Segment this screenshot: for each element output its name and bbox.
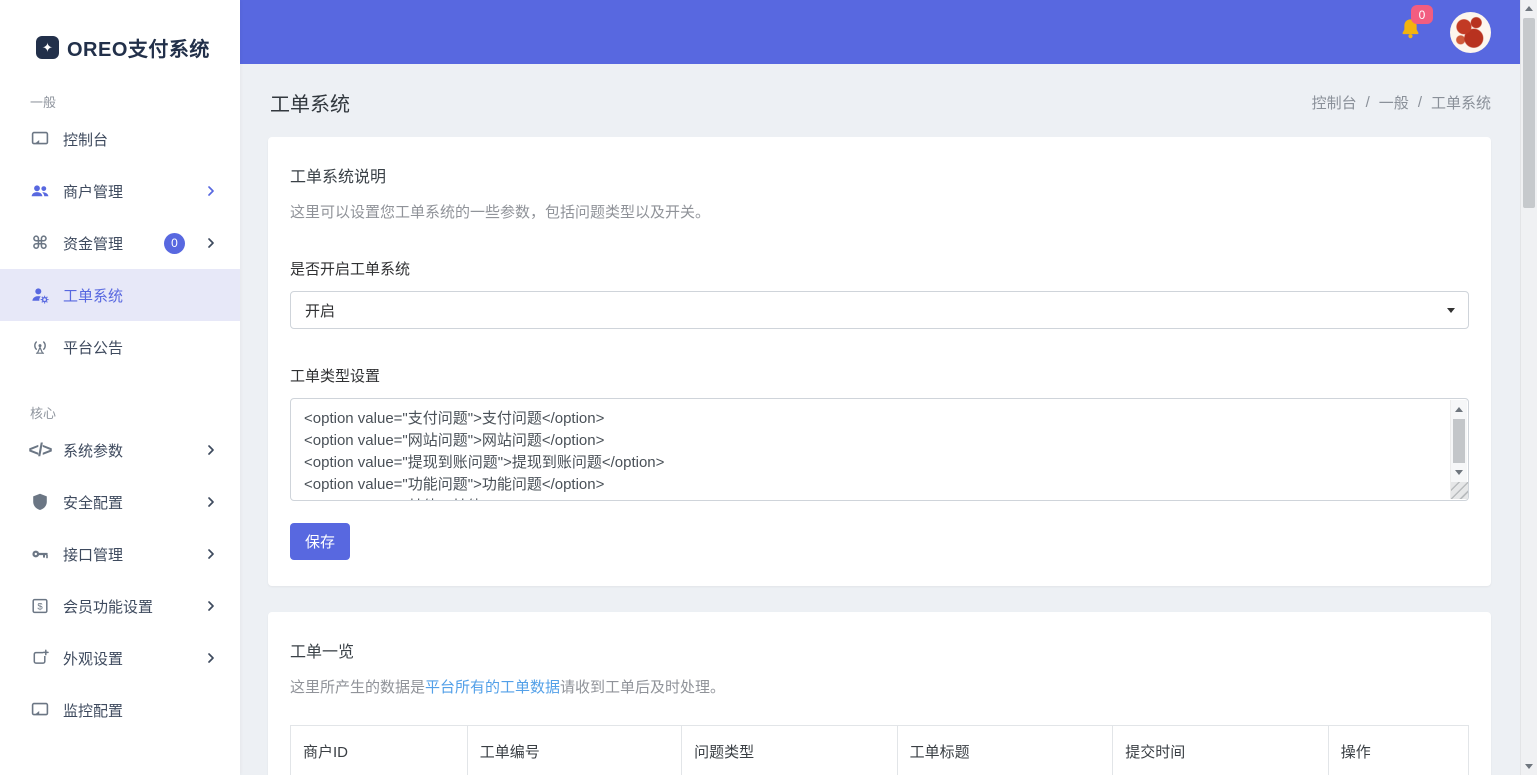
card-title: 工单系统说明	[290, 163, 1469, 187]
top-header-bar: 0	[240, 0, 1537, 64]
textarea-content: <option value="支付问题">支付问题</option> <opti…	[291, 399, 1468, 500]
funds-count-badge: 0	[164, 233, 185, 254]
ticket-toggle-label: 是否开启工单系统	[290, 258, 1469, 279]
logo-glyph: ✦	[42, 40, 53, 56]
page-content: 工单系统说明 这里可以设置您工单系统的一些参数，包括问题类型以及开关。 是否开启…	[240, 137, 1537, 775]
sidebar-item-label: 外观设置	[63, 648, 123, 669]
resize-grip[interactable]	[1451, 482, 1468, 499]
ticket-enabled-select[interactable]: 开启	[290, 291, 1469, 329]
chevron-right-icon	[204, 495, 218, 509]
sidebar-item-api[interactable]: 接口管理	[0, 528, 240, 580]
chevron-right-icon	[204, 599, 218, 613]
breadcrumb: 控制台 / 一般 / 工单系统	[1312, 92, 1491, 113]
user-gear-icon	[30, 285, 50, 305]
sidebar-item-tickets[interactable]: 工单系统	[0, 269, 240, 321]
code-icon: </>	[30, 440, 50, 460]
page-title: 工单系统	[270, 88, 350, 117]
sidebar-item-security[interactable]: 安全配置	[0, 476, 240, 528]
sidebar-item-label: 接口管理	[63, 544, 123, 565]
scrollbar-thumb[interactable]	[1523, 18, 1535, 208]
main-area: 0 工单系统 控制台 / 一般 / 工单系统 工单系统说明 这里可以设置您工单系…	[240, 0, 1537, 775]
sidebar-section-core: 核心	[30, 403, 240, 422]
sidebar-item-label: 资金管理	[63, 233, 123, 254]
monitor-icon	[30, 129, 50, 149]
sidebar-item-appearance[interactable]: 外观设置	[0, 632, 240, 684]
app-window: ✦ OREO支付系统 一般 控制台 商户管理 ⌘ 资金管理 0	[0, 0, 1537, 775]
page-scrollbar[interactable]	[1520, 0, 1537, 775]
users-icon	[30, 181, 50, 201]
sidebar-item-label: 平台公告	[63, 337, 123, 358]
scrollbar-thumb[interactable]	[1453, 419, 1465, 463]
user-avatar[interactable]	[1450, 12, 1491, 53]
col-submit-time: 提交时间	[1113, 726, 1329, 775]
sidebar-item-label: 会员功能设置	[63, 596, 153, 617]
tickets-table: 商户ID 工单编号 问题类型 工单标题 提交时间 操作	[290, 725, 1469, 775]
page-header: 工单系统 控制台 / 一般 / 工单系统	[240, 64, 1537, 137]
card-description: 这里可以设置您工单系统的一些参数，包括问题类型以及开关。	[290, 201, 1469, 222]
notification-bell-button[interactable]: 0	[1397, 16, 1424, 48]
sidebar-item-announcements[interactable]: 平台公告	[0, 321, 240, 373]
col-actions: 操作	[1328, 726, 1468, 775]
chevron-right-icon	[204, 184, 218, 198]
sidebar-item-merchants[interactable]: 商户管理	[0, 165, 240, 217]
chevron-right-icon	[204, 443, 218, 457]
logo-icon: ✦	[36, 36, 59, 59]
sidebar-section-general: 一般	[30, 92, 240, 111]
sidebar-item-label: 工单系统	[63, 285, 123, 306]
col-ticket-title: 工单标题	[897, 726, 1113, 775]
ticket-list-card: 工单一览 这里所产生的数据是平台所有的工单数据请收到工单后及时处理。 商户ID …	[268, 612, 1491, 775]
ticket-settings-card: 工单系统说明 这里可以设置您工单系统的一些参数，包括问题类型以及开关。 是否开启…	[268, 137, 1491, 586]
scroll-down-icon[interactable]	[1525, 764, 1533, 769]
breadcrumb-item-current: 工单系统	[1431, 92, 1491, 113]
dollar-square-icon: $	[30, 596, 50, 616]
save-button[interactable]: 保存	[290, 523, 350, 560]
caret-down-icon	[1447, 308, 1455, 313]
command-icon: ⌘	[30, 233, 50, 253]
breadcrumb-item-console[interactable]: 控制台	[1312, 92, 1357, 113]
ticket-types-textarea[interactable]: <option value="支付问题">支付问题</option> <opti…	[290, 398, 1469, 501]
sidebar-item-system-params[interactable]: </> 系统参数	[0, 424, 240, 476]
col-issue-type: 问题类型	[682, 726, 898, 775]
sidebar: ✦ OREO支付系统 一般 控制台 商户管理 ⌘ 资金管理 0	[0, 0, 240, 775]
scroll-up-icon[interactable]	[1525, 6, 1533, 11]
col-merchant-id: 商户ID	[291, 726, 468, 775]
description-text: 这里所产生的数据是	[290, 679, 425, 696]
card-title: 工单一览	[290, 638, 1469, 662]
table-header-row: 商户ID 工单编号 问题类型 工单标题 提交时间 操作	[291, 726, 1469, 775]
chevron-right-icon	[204, 236, 218, 250]
select-value: 开启	[305, 300, 335, 321]
textarea-scrollbar[interactable]	[1450, 400, 1467, 499]
sidebar-item-label: 控制台	[63, 129, 108, 150]
sidebar-item-label: 商户管理	[63, 181, 123, 202]
key-icon	[30, 544, 50, 564]
sidebar-item-label: 系统参数	[63, 440, 123, 461]
scroll-down-icon[interactable]	[1455, 470, 1463, 475]
sidebar-item-label: 安全配置	[63, 492, 123, 513]
scroll-up-icon[interactable]	[1455, 407, 1463, 412]
card-description: 这里所产生的数据是平台所有的工单数据请收到工单后及时处理。	[290, 676, 1469, 697]
shield-icon	[30, 492, 50, 512]
sidebar-item-member-features[interactable]: $ 会员功能设置	[0, 580, 240, 632]
sidebar-item-funds[interactable]: ⌘ 资金管理 0	[0, 217, 240, 269]
chevron-right-icon	[204, 547, 218, 561]
chevron-right-icon	[204, 651, 218, 665]
all-tickets-link[interactable]: 平台所有的工单数据	[425, 679, 560, 696]
description-text: 请收到工单后及时处理。	[560, 679, 725, 696]
app-title: OREO支付系统	[67, 33, 210, 62]
sidebar-item-console[interactable]: 控制台	[0, 113, 240, 165]
ticket-types-label: 工单类型设置	[290, 365, 1469, 386]
breadcrumb-separator: /	[1366, 94, 1370, 111]
breadcrumb-item-general[interactable]: 一般	[1379, 92, 1409, 113]
app-logo: ✦ OREO支付系统	[0, 0, 240, 62]
frame-plus-icon	[30, 648, 50, 668]
sidebar-item-label: 监控配置	[63, 700, 123, 721]
breadcrumb-separator: /	[1418, 94, 1422, 111]
sidebar-item-monitoring[interactable]: 监控配置	[0, 684, 240, 736]
col-ticket-number: 工单编号	[467, 726, 681, 775]
monitor-icon	[30, 700, 50, 720]
broadcast-icon	[30, 337, 50, 357]
svg-text:$: $	[37, 601, 43, 612]
notification-count-badge: 0	[1411, 5, 1433, 24]
